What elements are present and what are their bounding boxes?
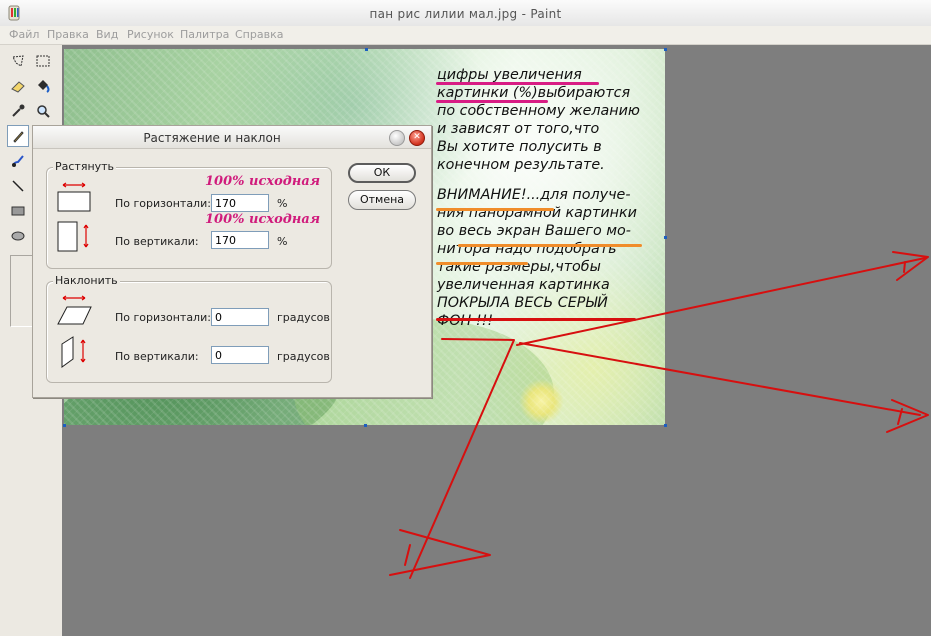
eraser-icon[interactable] xyxy=(7,75,29,97)
stretch-skew-dialog: Растяжение и наклон ✕ Растянуть По гориз… xyxy=(32,125,432,398)
underline-magenta xyxy=(436,100,548,103)
line-icon[interactable] xyxy=(7,175,29,197)
annotation-line: Вы хотите полусить в xyxy=(437,139,602,155)
menu-image[interactable]: Рисунок xyxy=(127,28,174,41)
skew-vertical-unit: градусов xyxy=(277,350,330,363)
window-titlebar[interactable]: пан рис лилии мал.jpg - Paint xyxy=(0,0,931,27)
ellipse-icon[interactable] xyxy=(7,225,29,247)
annotation-line: ВНИМАНИЕ!...для получе- xyxy=(437,187,631,203)
underline-orange xyxy=(436,262,528,265)
skew-vertical-label: По вертикали: xyxy=(115,350,199,363)
annotation-line: ПОКРЫЛА ВЕСЬ СЕРЫЙ xyxy=(437,295,608,311)
annotation-line: ния панорамной картинки xyxy=(437,205,637,221)
annotation-line xyxy=(437,174,667,186)
skew-horizontal-icon xyxy=(57,294,93,329)
underline-orange xyxy=(458,244,642,247)
rectangle-icon[interactable] xyxy=(7,200,29,222)
stretch-horizontal-label: По горизонтали: xyxy=(115,197,211,210)
fill-bucket-icon[interactable] xyxy=(32,75,54,97)
menu-view[interactable]: Вид xyxy=(96,28,118,41)
resize-handle[interactable] xyxy=(63,424,66,427)
skew-legend: Наклонить xyxy=(53,274,120,287)
resize-handle[interactable] xyxy=(365,48,368,51)
stretch-horizontal-unit: % xyxy=(277,197,288,210)
stretch-vertical-unit: % xyxy=(277,235,288,248)
annotation-line: увеличенная картинка xyxy=(437,277,610,293)
menu-file[interactable]: Файл xyxy=(9,28,39,41)
stretch-vertical-input[interactable] xyxy=(211,231,269,249)
percent-note: 100% исходная xyxy=(205,174,321,189)
brush-icon[interactable] xyxy=(7,150,29,172)
underline-orange xyxy=(436,208,554,211)
annotation-line: такие размеры,чтобы xyxy=(437,259,601,275)
cancel-button[interactable]: Отмена xyxy=(348,190,416,210)
minimize-button[interactable] xyxy=(389,130,405,146)
menu-help[interactable]: Справка xyxy=(235,28,283,41)
skew-horizontal-unit: градусов xyxy=(277,311,330,324)
annotation-line: во весь экран Вашего мо- xyxy=(437,223,631,239)
annotation-line: нитора надо подобрать xyxy=(437,241,617,257)
resize-handle[interactable] xyxy=(664,48,667,51)
stretch-vertical-label: По вертикали: xyxy=(115,235,199,248)
skew-horizontal-label: По горизонтали: xyxy=(115,311,211,324)
window-title: пан рис лилии мал.jpg - Paint xyxy=(369,7,562,21)
underline-red xyxy=(436,318,636,321)
skew-horizontal-input[interactable] xyxy=(211,308,269,326)
dialog-titlebar[interactable]: Растяжение и наклон ✕ xyxy=(33,126,431,149)
magnifier-icon[interactable] xyxy=(32,100,54,122)
annotation-line: по собственному желанию xyxy=(437,103,640,119)
stretch-vertical-icon xyxy=(57,219,93,256)
stretch-legend: Растянуть xyxy=(53,160,117,173)
menu-palette[interactable]: Палитра xyxy=(180,28,229,41)
pencil-icon[interactable] xyxy=(7,125,29,147)
annotation-line: и зависят от того,что xyxy=(437,121,600,137)
percent-note: 100% исходная xyxy=(205,212,321,227)
annotation-line: конечном результате. xyxy=(437,157,605,173)
resize-handle[interactable] xyxy=(364,424,367,427)
skew-vertical-input[interactable] xyxy=(211,346,269,364)
annotation-text: цифры увеличения картинки (%)выбираются … xyxy=(437,66,667,330)
skew-vertical-icon xyxy=(59,335,95,372)
free-select-icon[interactable] xyxy=(7,50,29,72)
stretch-horizontal-icon xyxy=(57,180,91,215)
eyedropper-icon[interactable] xyxy=(7,100,29,122)
dialog-title: Растяжение и наклон xyxy=(143,131,281,145)
menu-bar: Файл Правка Вид Рисунок Палитра Справка xyxy=(0,26,931,45)
annotation-line: ФОН !!! xyxy=(437,313,494,329)
menu-edit[interactable]: Правка xyxy=(47,28,89,41)
underline-magenta xyxy=(436,82,599,85)
close-button[interactable]: ✕ xyxy=(409,130,425,146)
stretch-horizontal-input[interactable] xyxy=(211,194,269,212)
resize-handle[interactable] xyxy=(664,424,667,427)
rect-select-icon[interactable] xyxy=(32,50,54,72)
ok-button[interactable]: ОК xyxy=(348,163,416,183)
